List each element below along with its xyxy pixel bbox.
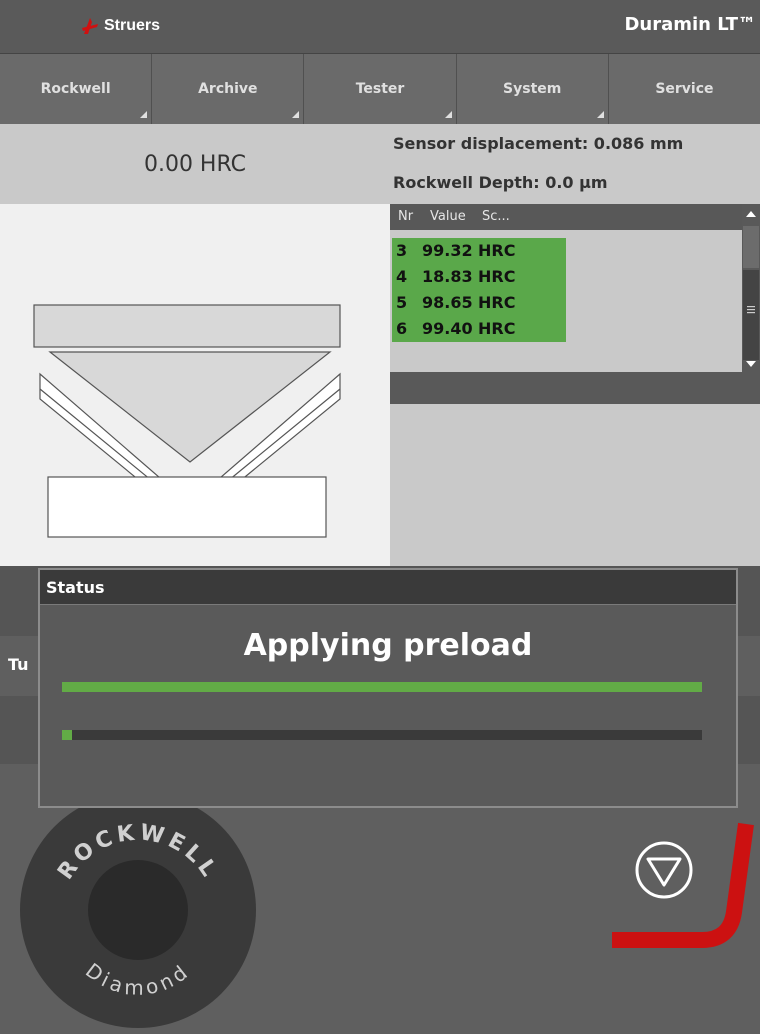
col-value[interactable]: Value (430, 209, 466, 224)
status-dialog: Status Applying preload (38, 568, 738, 808)
tab-service[interactable]: Service (609, 54, 760, 124)
cell-value: 99.32 (422, 241, 473, 260)
corner-indicator-icon (596, 111, 604, 118)
product-name: Duramin LT™ (624, 14, 756, 35)
tab-archive[interactable]: Archive (152, 54, 305, 124)
total-progress-bar (62, 730, 702, 740)
scroll-thumb-icon (743, 270, 759, 360)
cell-scale: HRC (478, 241, 516, 260)
corner-indicator-icon (444, 111, 452, 118)
tab-label: System (503, 81, 562, 97)
stop-button[interactable] (628, 834, 700, 906)
tab-label: Rockwell (40, 81, 111, 97)
total-progress-fill (62, 730, 72, 740)
brand-logo: Struers (80, 16, 160, 36)
table-row[interactable]: 4 18.83 HRC (392, 264, 566, 290)
table-header: Nr Value Sc... (390, 204, 742, 230)
col-nr[interactable]: Nr (398, 209, 413, 224)
table-row[interactable]: 3 99.32 HRC (392, 238, 566, 264)
tab-label: Tester (355, 81, 405, 97)
table-row[interactable]: 6 99.40 HRC (392, 316, 566, 342)
rockwell-depth: Rockwell Depth: 0.0 µm (393, 173, 608, 192)
background-label: Tu (8, 655, 29, 674)
cell-nr: 4 (396, 267, 408, 286)
sensor-displacement: Sensor displacement: 0.086 mm (393, 134, 684, 153)
cell-value: 98.65 (422, 293, 473, 312)
status-message: Applying preload (243, 628, 533, 663)
tab-system[interactable]: System (457, 54, 609, 124)
preload-progress-bar (62, 682, 702, 692)
stop-triangle-icon (635, 841, 693, 899)
rockwell-diamond-logo: ROCKWELL Diamond (18, 790, 258, 1030)
table-footer (390, 372, 760, 404)
cell-scale: HRC (478, 267, 516, 286)
status-title: Status (46, 578, 105, 597)
indentation-diagram (0, 204, 390, 566)
tab-label: Service (655, 81, 714, 97)
tab-label: Archive (198, 81, 258, 97)
status-header: Status (40, 570, 736, 605)
cell-nr: 5 (396, 293, 408, 312)
tab-tester[interactable]: Tester (304, 54, 457, 124)
top-bar: Struers Duramin LT™ (0, 0, 760, 54)
cell-value: 18.83 (422, 267, 473, 286)
indenter-illustration (33, 304, 341, 538)
tab-rockwell[interactable]: Rockwell (0, 54, 153, 124)
results-table: Nr Value Sc... 3 99.32 HRC 4 18.83 HRC 5… (390, 204, 760, 566)
table-row[interactable]: 5 98.65 HRC (392, 290, 566, 316)
scrollbar-graphic (743, 211, 759, 367)
cell-nr: 3 (396, 241, 408, 260)
scroll-track-icon (743, 226, 759, 268)
sensor-panel: Sensor displacement: 0.086 mm Rockwell D… (390, 124, 760, 204)
rockwell-diamond-icon: ROCKWELL Diamond (20, 792, 256, 1028)
cell-value: 99.40 (422, 319, 473, 338)
corner-indicator-icon (292, 111, 300, 118)
col-scale[interactable]: Sc... (482, 209, 510, 224)
brand-name: Struers (104, 17, 161, 34)
corner-indicator-icon (140, 111, 148, 118)
main-nav: Rockwell Archive Tester System Service (0, 54, 760, 124)
cell-scale: HRC (478, 293, 516, 312)
table-scrollbar[interactable] (742, 204, 760, 372)
scroll-down-icon (746, 361, 756, 367)
hardness-reading: 0.00 HRC (0, 124, 390, 204)
cell-nr: 6 (396, 319, 408, 338)
preload-progress-fill (62, 682, 702, 692)
table-body: 3 99.32 HRC 4 18.83 HRC 5 98.65 HRC 6 99… (390, 230, 742, 372)
scroll-up-icon (746, 211, 756, 217)
cell-scale: HRC (478, 319, 516, 338)
struers-logo-icon (82, 18, 98, 34)
